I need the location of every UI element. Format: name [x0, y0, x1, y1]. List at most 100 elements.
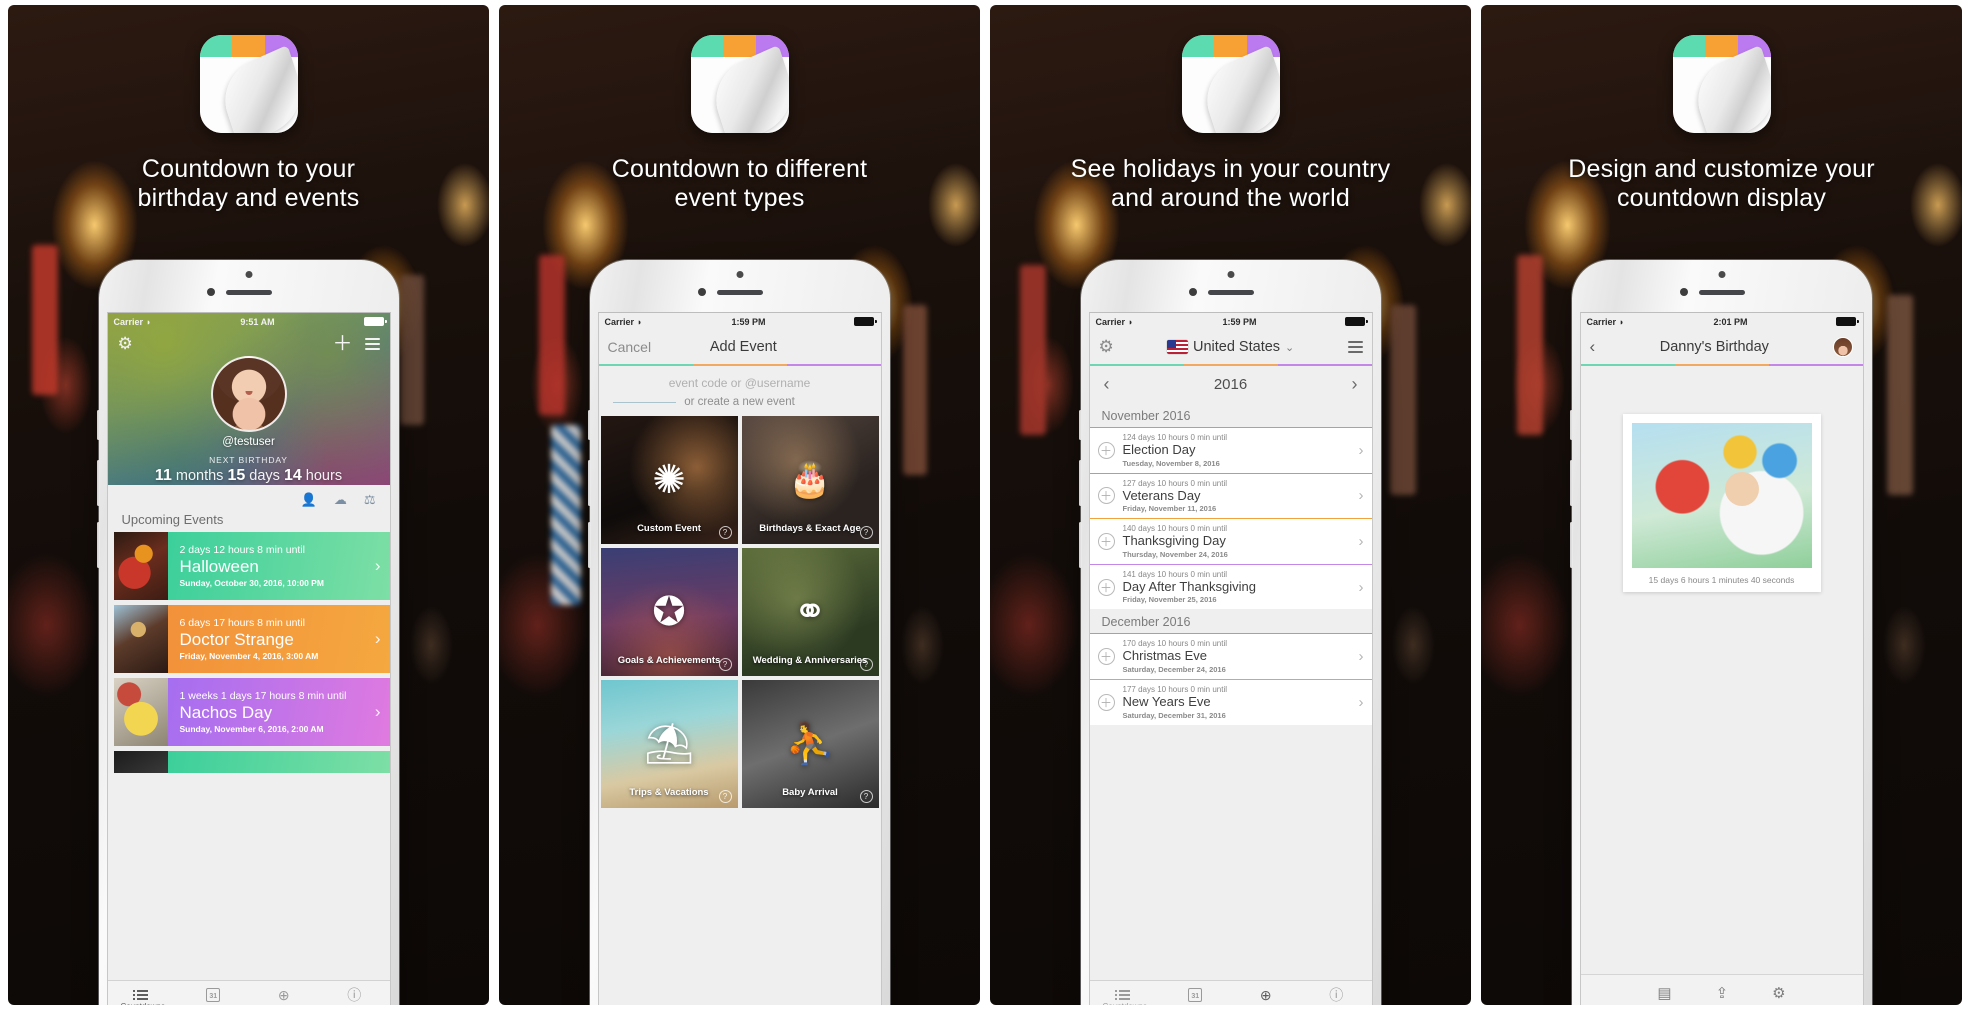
phone-screen: Carrier ◗ 1:59 PM ⚙ United States ⌄ ‹ 20…	[1088, 312, 1373, 1005]
list-item[interactable]: 1 weeks 1 days 17 hours 8 min until Nach…	[108, 678, 390, 746]
app-icon-page: 1 2	[1672, 44, 1771, 133]
tab-label: Calendars	[195, 1004, 231, 1005]
avatar[interactable]	[1833, 337, 1854, 357]
prev-year-button[interactable]: ‹	[1104, 374, 1110, 395]
tab-calendars[interactable]: 31 Calendars	[1160, 981, 1231, 1005]
hamburger-icon[interactable]	[1347, 341, 1363, 353]
tile-trips[interactable]: ⛱ Trips & Vacations ?	[600, 680, 738, 808]
list-item[interactable]	[108, 751, 390, 773]
candle-shape	[1390, 305, 1416, 495]
help-icon[interactable]: ?	[718, 658, 732, 671]
list-item[interactable]: ＋ 127 days 10 hours 0 min until Veterans…	[1089, 472, 1372, 519]
gear-icon[interactable]: ⚙	[1099, 337, 1114, 357]
add-icon[interactable]: ＋	[1097, 532, 1115, 550]
list-item[interactable]: ＋ 170 days 10 hours 0 min until Christma…	[1089, 633, 1372, 679]
tab-holidays[interactable]: ⊕ Holidays	[249, 981, 320, 1005]
tab-label: Holidays	[268, 1004, 299, 1005]
fireworks-icon: ✺	[652, 458, 686, 502]
list-item[interactable]: 6 days 17 hours 8 min until Doctor Stran…	[108, 605, 390, 673]
sensor-icon	[1679, 288, 1688, 296]
hamburger-icon[interactable]	[364, 338, 380, 350]
layout-icon[interactable]: ▤	[1657, 984, 1671, 1002]
volume-button	[1078, 460, 1082, 506]
list-item[interactable]: 2 days 12 hours 8 min until Halloween Su…	[108, 532, 390, 600]
event-code-input[interactable]: event code or @username	[598, 366, 881, 396]
tab-more[interactable]: ⓘ More	[319, 981, 390, 1005]
help-icon[interactable]: ?	[718, 526, 732, 539]
holiday-name: Election Day	[1122, 442, 1196, 457]
plus-icon[interactable]: ＋	[333, 334, 353, 354]
countdown-card[interactable]: 15 days 6 hours 1 minutes 40 seconds	[1622, 414, 1821, 592]
tile-baby[interactable]: ⛹ Baby Arrival ?	[741, 680, 879, 808]
tab-holidays[interactable]: ⊕ Holidays	[1231, 981, 1302, 1005]
calendar-icon: 31	[1188, 988, 1203, 1002]
holiday-date: Saturday, December 31, 2016	[1122, 710, 1226, 720]
wifi-icon: ◗	[1128, 316, 1134, 327]
panel-headline: Countdown to different event types	[611, 155, 868, 212]
section-title-upcoming-events: Upcoming Events	[107, 511, 390, 532]
next-year-button[interactable]: ›	[1352, 374, 1358, 395]
list-item[interactable]: ＋ 124 days 10 hours 0 min until Election…	[1089, 427, 1372, 473]
tab-calendars[interactable]: 31 Calendars	[178, 981, 249, 1005]
country-selector[interactable]: United States ⌄	[1166, 339, 1294, 355]
help-icon[interactable]: ?	[859, 526, 873, 539]
list-item[interactable]: ＋ 141 days 10 hours 0 min until Day Afte…	[1089, 563, 1372, 610]
add-icon[interactable]: ＋	[1097, 693, 1115, 711]
gear-icon[interactable]: ⚙	[118, 334, 133, 354]
carrier-label: Carrier	[1095, 316, 1126, 327]
tile-custom-event[interactable]: ✺ Custom Event ?	[600, 416, 738, 544]
caption-seconds-unit: seconds	[1762, 575, 1795, 585]
nav-bar: ‹ Danny's Birthday	[1581, 330, 1863, 364]
screenshot-panel-3: 1 2 See holidays in your country and aro…	[990, 5, 1471, 1005]
app-icon-page: 1 2	[690, 44, 789, 133]
help-icon[interactable]: ?	[859, 790, 873, 803]
add-icon[interactable]: ＋	[1097, 441, 1115, 459]
cloud-upload-icon[interactable]: ☁	[334, 492, 347, 508]
help-icon[interactable]: ?	[859, 658, 873, 671]
chevron-right-icon: ›	[1358, 487, 1364, 505]
share-icon[interactable]: ⇪	[1716, 984, 1729, 1002]
avatar[interactable]	[210, 356, 287, 432]
holiday-date: Friday, November 25, 2016	[1122, 595, 1217, 605]
event-countdown: 2 days 12 hours 8 min until	[179, 544, 306, 557]
page-curl-icon	[1197, 44, 1280, 133]
chevron-right-icon: ›	[1358, 578, 1364, 596]
phone-screen: Carrier ◗ 1:59 PM Cancel Add Event event…	[597, 312, 882, 1005]
event-date: Sunday, November 6, 2016, 2:00 AM	[179, 723, 324, 734]
us-flag-icon	[1166, 340, 1188, 354]
holiday-date: Tuesday, November 8, 2016	[1122, 458, 1220, 468]
person-icon[interactable]: 👤	[301, 492, 317, 508]
list-item[interactable]: ＋ 140 days 10 hours 0 min until Thanksgi…	[1089, 518, 1372, 564]
tile-goals[interactable]: ✪ Goals & Achievements ?	[600, 548, 738, 676]
balance-icon[interactable]: ⚖	[364, 492, 376, 508]
volume-button	[587, 460, 591, 506]
add-icon[interactable]: ＋	[1097, 578, 1115, 596]
event-countdown: 1 weeks 1 days 17 hours 8 min until	[179, 690, 347, 703]
tile-birthdays[interactable]: 🎂 Birthdays & Exact Age ?	[741, 416, 879, 544]
tab-more[interactable]: ⓘ More	[1301, 981, 1372, 1005]
volume-button	[587, 410, 591, 440]
battery-icon	[1836, 317, 1860, 326]
tile-wedding[interactable]: ⚭ Wedding & Anniversaries ?	[741, 548, 879, 676]
tab-label: More	[345, 1004, 363, 1005]
holiday-name: New Years Eve	[1122, 693, 1211, 709]
tab-countdowns[interactable]: Countdowns	[108, 981, 179, 1005]
add-icon[interactable]: ＋	[1097, 648, 1115, 666]
back-button[interactable]: ‹	[1590, 337, 1596, 357]
birthday-countdown: 11 months 15 days 14 hours	[108, 467, 390, 485]
holiday-countdown: 140 days 10 hours 0 min until	[1122, 524, 1228, 534]
add-icon[interactable]: ＋	[1097, 487, 1115, 505]
camera-icon	[1227, 271, 1234, 278]
list-item[interactable]: ＋ 177 days 10 hours 0 min until New Year…	[1089, 678, 1372, 725]
count-hours-value: 14	[283, 467, 302, 484]
event-countdown: 6 days 17 hours 8 min until	[179, 617, 306, 630]
cancel-button[interactable]: Cancel	[608, 339, 652, 355]
help-icon[interactable]: ?	[718, 790, 732, 803]
panel-headline: Design and customize your countdown disp…	[1568, 155, 1875, 212]
event-thumbnail	[113, 605, 168, 673]
globe-icon: ⊕	[1259, 987, 1272, 1003]
battery-icon	[854, 317, 878, 326]
settings-icon[interactable]: ⚙	[1772, 984, 1785, 1002]
volume-button	[1569, 460, 1573, 506]
tab-countdowns[interactable]: Countdowns	[1090, 981, 1161, 1005]
